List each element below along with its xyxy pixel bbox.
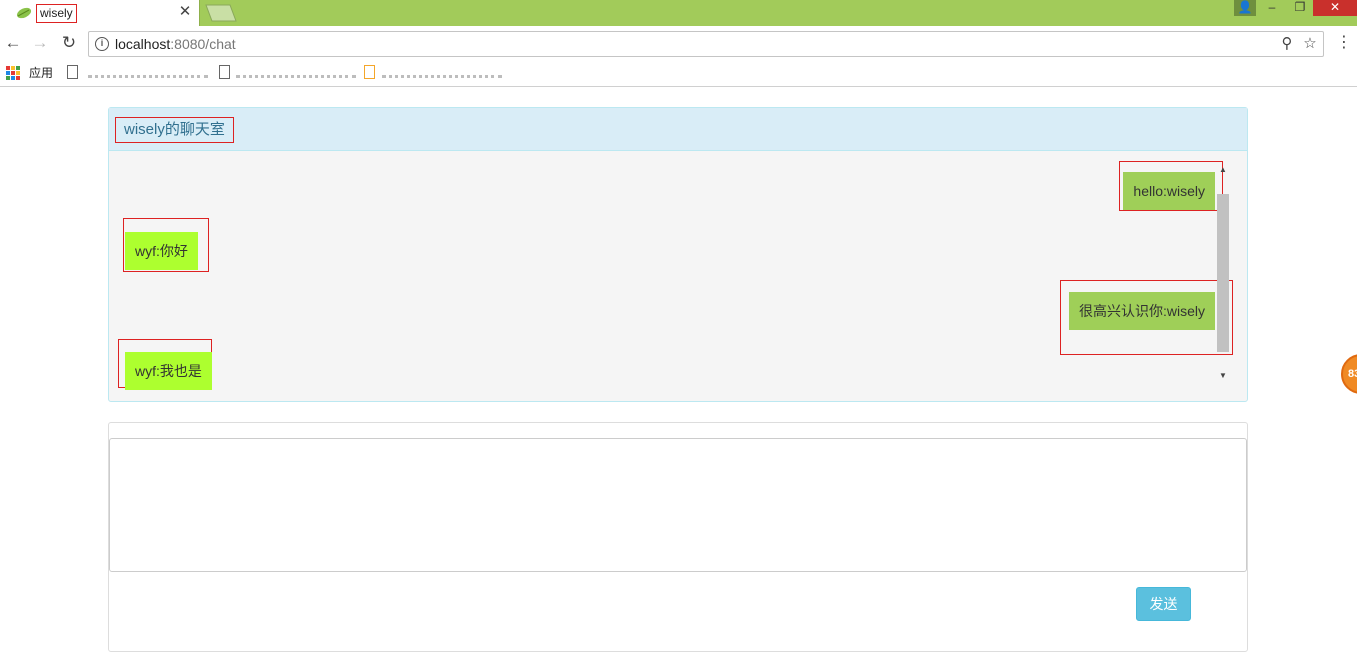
tab-title: wisely: [36, 4, 77, 23]
scroll-thumb[interactable]: [1217, 194, 1229, 352]
browser-tabstrip: wisely ✕ 👤 – ❐ ✕: [0, 0, 1357, 26]
new-tab-button[interactable]: [205, 4, 237, 22]
arrow-left-icon[interactable]: ←: [4, 34, 22, 52]
maximize-button[interactable]: ❐: [1290, 0, 1310, 16]
scroll-down-icon[interactable]: ▼: [1217, 370, 1229, 382]
apps-label[interactable]: 应用: [29, 65, 53, 82]
star-icon[interactable]: ☆: [1302, 35, 1318, 53]
bookmarks-bar: 应用: [0, 62, 1357, 87]
send-button[interactable]: 发送: [1136, 587, 1191, 621]
url-text[interactable]: localhost:8080/chat: [115, 36, 236, 53]
scroll-up-icon[interactable]: ▲: [1217, 164, 1229, 176]
bookmark-redacted[interactable]: [236, 68, 356, 78]
info-icon[interactable]: i: [95, 37, 109, 51]
profile-icon[interactable]: 👤: [1234, 0, 1256, 16]
message-scrollbar[interactable]: ▲ ▼: [1216, 164, 1230, 398]
url-host: localhost: [115, 36, 171, 52]
chat-panel: wisely的聊天室 hello:wisely wyf:你好 很高兴认识你:wi…: [108, 107, 1248, 402]
panel-heading: wisely的聊天室: [109, 108, 1247, 151]
browser-toolbar: ← → ↻ i localhost:8080/chat ⚲ ☆ ⋮: [0, 26, 1357, 62]
page-icon[interactable]: [219, 65, 230, 79]
chat-message: 很高兴认识你:wisely: [1068, 292, 1215, 330]
page-title: wisely的聊天室: [115, 117, 234, 143]
leaf-icon: [16, 7, 32, 19]
bookmark-redacted[interactable]: [88, 68, 208, 78]
close-window-button[interactable]: ✕: [1313, 0, 1357, 16]
message-input[interactable]: [109, 438, 1247, 572]
menu-icon[interactable]: ⋮: [1336, 35, 1352, 52]
composer-panel: 发送: [108, 422, 1248, 652]
chat-message: wyf:你好: [125, 232, 198, 270]
pin-icon[interactable]: ⚲: [1279, 35, 1295, 53]
address-bar[interactable]: i localhost:8080/chat ⚲ ☆: [88, 31, 1324, 57]
apps-grid-icon[interactable]: [6, 66, 20, 80]
chat-message: hello:wisely: [1123, 172, 1215, 210]
arrow-right-icon[interactable]: →: [31, 34, 49, 52]
close-tab-icon[interactable]: ✕: [178, 4, 192, 20]
browser-tab-active[interactable]: wisely ✕: [0, 0, 200, 26]
page-icon[interactable]: [364, 65, 375, 79]
chat-message: wyf:我也是: [125, 352, 212, 390]
page-icon[interactable]: [67, 65, 78, 79]
reload-icon[interactable]: ↻: [60, 34, 78, 52]
url-path: :8080/chat: [170, 36, 236, 52]
minimize-button[interactable]: –: [1262, 0, 1282, 16]
floating-badge[interactable]: 83: [1341, 354, 1357, 394]
bookmark-redacted[interactable]: [382, 68, 502, 78]
